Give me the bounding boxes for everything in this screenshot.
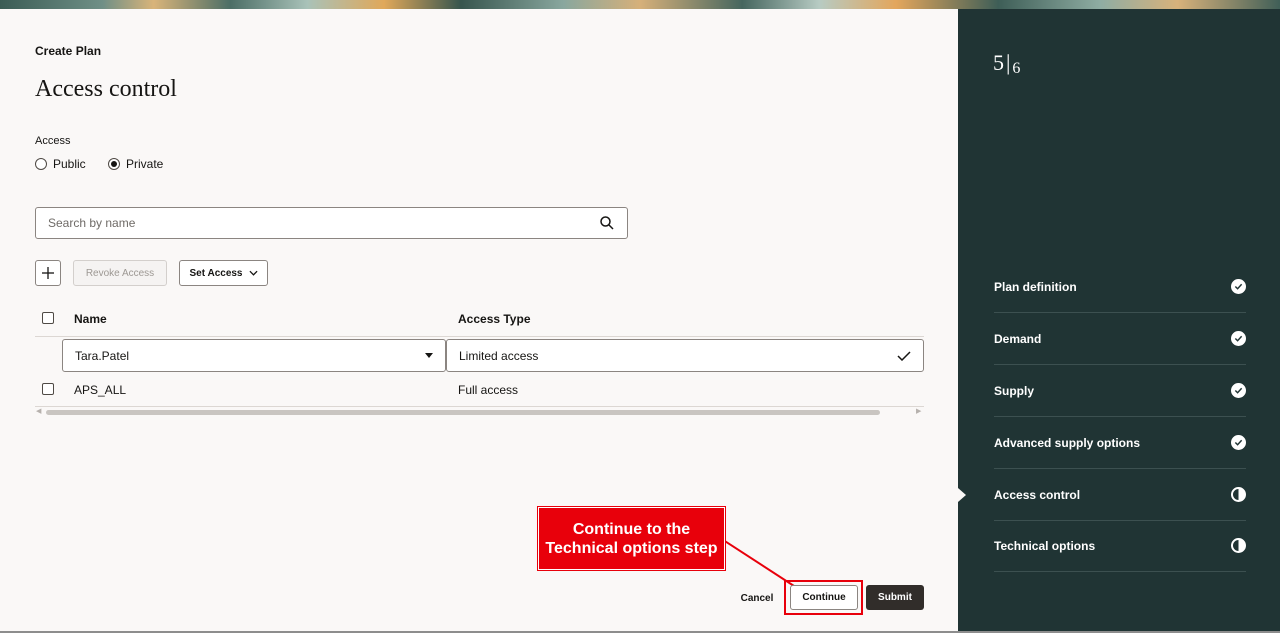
name-select[interactable]: Tara.Patel xyxy=(62,339,446,372)
step-counter: 5 | 6 xyxy=(993,50,1020,78)
select-all-checkbox[interactable] xyxy=(42,312,54,324)
page-title: Access control xyxy=(35,76,177,102)
name-select-value: Tara.Patel xyxy=(75,348,130,363)
annotation-callout: Continue to the Technical options step xyxy=(538,507,725,570)
private-radio[interactable]: Private xyxy=(108,157,163,171)
current-step-indicator-icon xyxy=(958,488,966,502)
search-input[interactable] xyxy=(48,216,599,230)
step-label: Access control xyxy=(994,487,1081,502)
check-circle-icon xyxy=(1231,383,1246,398)
cell-name: APS_ALL xyxy=(74,383,127,397)
public-radio[interactable]: Public xyxy=(35,157,86,171)
scrollbar-thumb[interactable] xyxy=(46,410,880,415)
column-header-name[interactable]: Name xyxy=(74,312,107,326)
access-type-input[interactable]: Limited access xyxy=(446,339,924,372)
search-field[interactable] xyxy=(35,207,628,239)
row-checkbox[interactable] xyxy=(42,383,54,395)
chevron-down-icon xyxy=(248,270,258,276)
step-demand[interactable]: Demand xyxy=(994,313,1246,365)
breadcrumb: Create Plan xyxy=(35,44,102,58)
private-radio-label: Private xyxy=(126,157,164,171)
column-header-access-type[interactable]: Access Type xyxy=(458,312,531,326)
check-circle-icon xyxy=(1231,435,1246,450)
add-user-button[interactable] xyxy=(35,260,61,286)
check-icon[interactable] xyxy=(897,348,911,364)
step-supply[interactable]: Supply xyxy=(994,365,1246,417)
plus-icon xyxy=(42,267,54,279)
cancel-button[interactable]: Cancel xyxy=(734,586,780,610)
check-circle-icon xyxy=(1231,279,1246,294)
caret-down-icon[interactable] xyxy=(425,353,433,358)
step-access-control[interactable]: Access control xyxy=(994,469,1246,521)
set-access-label: Set Access xyxy=(189,267,243,279)
set-access-button[interactable]: Set Access xyxy=(179,260,268,286)
step-plan-definition[interactable]: Plan definition xyxy=(994,261,1246,313)
radio-circle-selected[interactable] xyxy=(108,158,120,170)
step-label: Advanced supply options xyxy=(994,435,1141,450)
half-circle-icon xyxy=(1231,487,1246,502)
total-steps: 6 xyxy=(1012,60,1021,77)
row-divider xyxy=(35,406,924,407)
step-advanced-supply-options[interactable]: Advanced supply options xyxy=(994,417,1246,469)
access-type-value: Limited access xyxy=(459,348,539,363)
continue-button[interactable]: Continue xyxy=(790,585,858,610)
radio-circle[interactable] xyxy=(35,158,47,170)
step-label: Supply xyxy=(994,383,1035,398)
step-separator: | xyxy=(1006,50,1011,75)
scroll-right-icon[interactable]: ▶ xyxy=(916,407,921,415)
row-divider xyxy=(35,336,924,337)
step-label: Demand xyxy=(994,331,1042,346)
current-step: 5 xyxy=(993,50,1004,75)
access-label: Access xyxy=(35,135,71,147)
decorative-banner xyxy=(0,0,1280,9)
step-label: Technical options xyxy=(994,538,1096,553)
cell-access-type: Full access xyxy=(458,383,519,397)
public-radio-label: Public xyxy=(53,157,86,171)
half-circle-icon xyxy=(1231,538,1246,553)
revoke-access-button[interactable]: Revoke Access xyxy=(73,260,167,286)
search-icon[interactable] xyxy=(599,215,615,231)
step-label: Plan definition xyxy=(994,279,1077,294)
scroll-left-icon[interactable]: ◀ xyxy=(36,407,41,415)
check-circle-icon xyxy=(1231,331,1246,346)
submit-button[interactable]: Submit xyxy=(866,585,924,610)
step-technical-options[interactable]: Technical options xyxy=(994,520,1246,572)
